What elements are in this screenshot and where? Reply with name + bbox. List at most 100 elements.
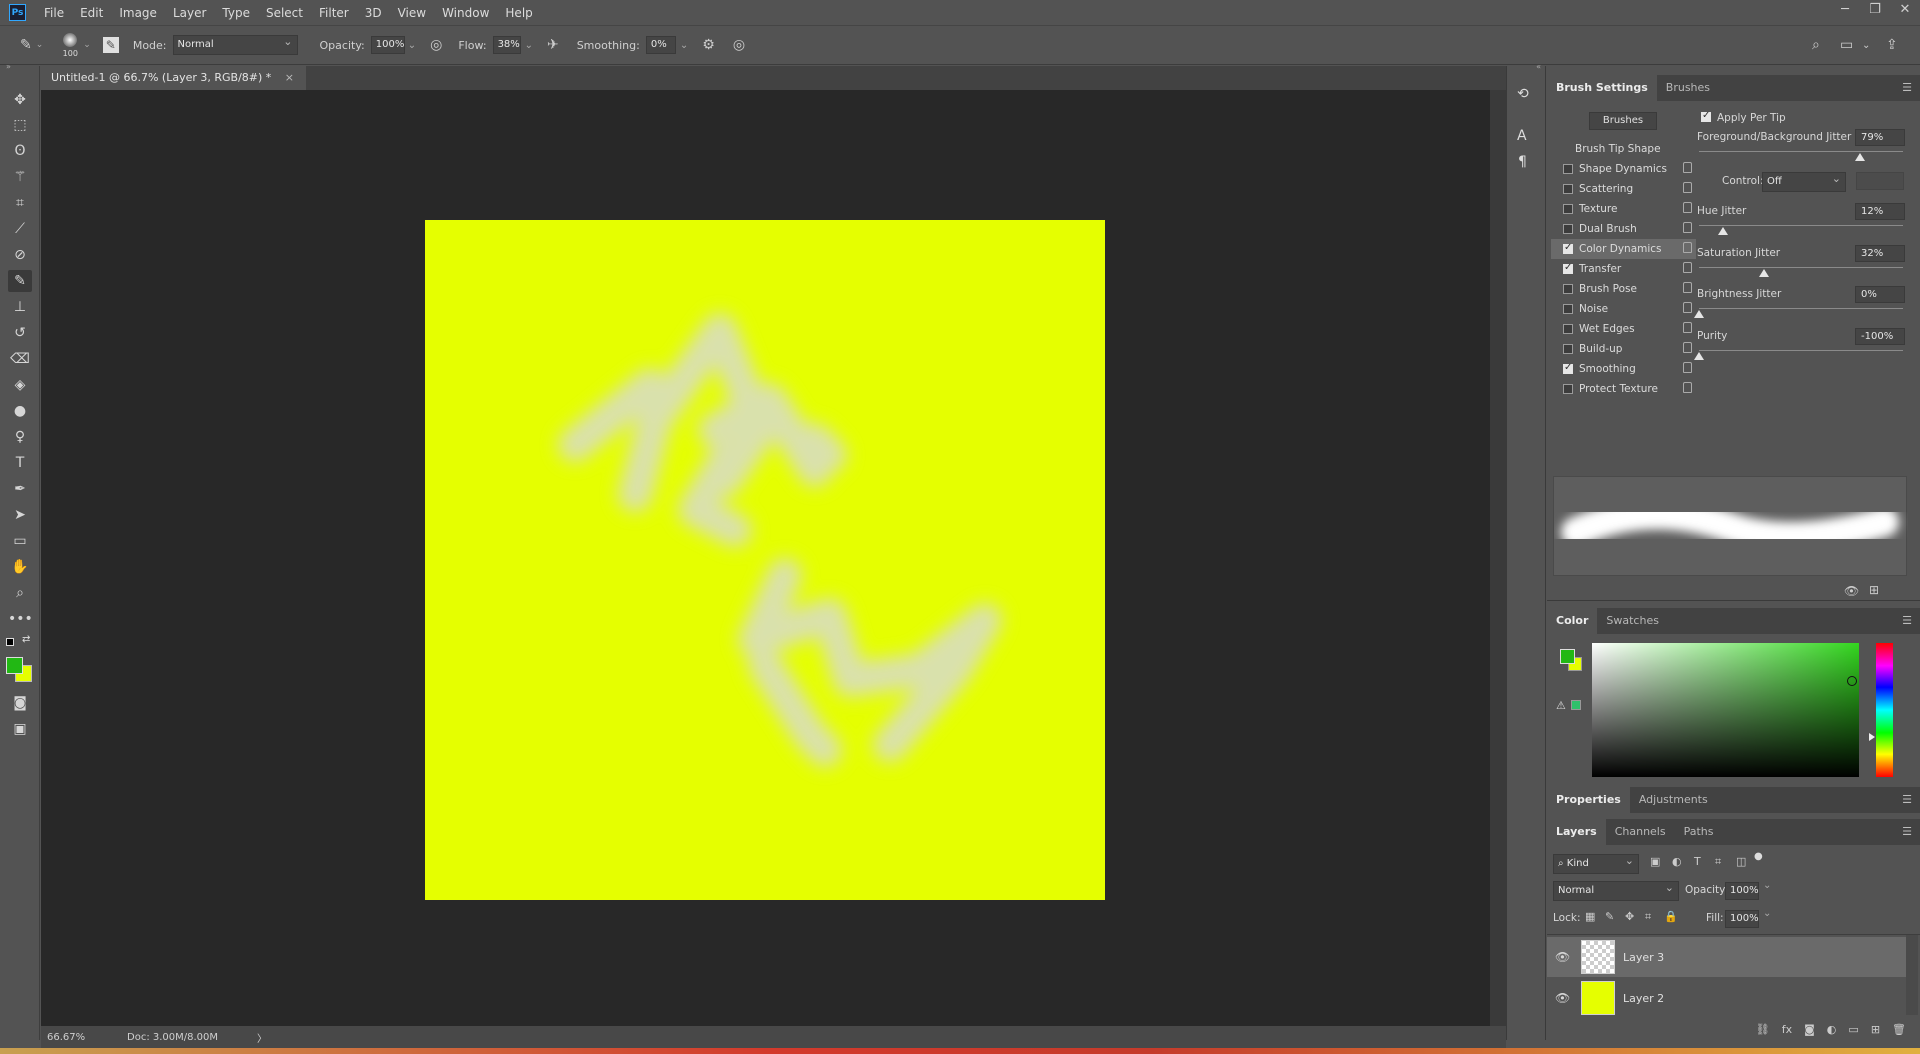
brightness-jitter-thumb[interactable] xyxy=(1694,310,1704,318)
adjustment-layer-icon[interactable]: ◐ xyxy=(1827,1023,1837,1036)
link-layers-icon[interactable]: ⛓ xyxy=(1756,1023,1770,1036)
control-select[interactable]: Off xyxy=(1762,170,1846,192)
brush-option-checkbox[interactable] xyxy=(1563,284,1573,294)
lock-icon[interactable] xyxy=(1683,222,1692,233)
default-colors-icon[interactable] xyxy=(6,638,14,646)
new-layer-icon[interactable]: ⊞ xyxy=(1871,1023,1880,1036)
lasso-tool-icon[interactable]: ʘ xyxy=(8,140,32,162)
purity-input[interactable]: -100% xyxy=(1855,328,1905,345)
panel-menu-icon[interactable]: ☰ xyxy=(1902,825,1912,838)
brush-option-checkbox[interactable] xyxy=(1563,384,1573,394)
visibility-eye-icon[interactable]: 👁 xyxy=(1555,950,1575,964)
status-menu-arrow-icon[interactable]: 〉 xyxy=(257,1030,267,1045)
brush-option-row[interactable]: Color Dynamics xyxy=(1551,239,1696,259)
lock-icon[interactable] xyxy=(1683,382,1692,393)
brush-option-row[interactable]: Dual Brush xyxy=(1551,219,1696,239)
color-picker-cursor[interactable] xyxy=(1847,676,1857,686)
tab-brush-settings[interactable]: Brush Settings xyxy=(1547,75,1657,101)
layer-name[interactable]: Layer 3 xyxy=(1623,951,1664,964)
brush-option-row[interactable]: Transfer xyxy=(1551,259,1696,279)
color-panel-foreground-swatch[interactable] xyxy=(1560,649,1575,664)
lock-icon[interactable] xyxy=(1683,262,1692,273)
fg-bg-jitter-input[interactable]: 79% xyxy=(1855,129,1905,146)
tab-swatches[interactable]: Swatches xyxy=(1597,608,1668,634)
brush-option-checkbox[interactable] xyxy=(1563,242,1573,254)
screen-mode-icon[interactable]: ▣ xyxy=(8,718,32,740)
type-tool-icon[interactable]: T xyxy=(8,452,32,474)
brush-option-checkbox[interactable] xyxy=(1563,204,1573,214)
menu-window[interactable]: Window xyxy=(434,6,497,20)
search-icon[interactable]: ⌕ xyxy=(1812,37,1820,53)
tab-adjustments[interactable]: Adjustments xyxy=(1630,787,1717,813)
panel-menu-icon[interactable]: ☰ xyxy=(1902,793,1912,806)
brush-tool-preset-icon[interactable]: ✎ xyxy=(20,37,32,53)
hue-jitter-track[interactable] xyxy=(1699,225,1903,226)
tab-color[interactable]: Color xyxy=(1547,608,1598,634)
visibility-eye-icon[interactable]: 👁 xyxy=(1555,991,1575,1005)
chevron-down-icon[interactable]: ⌄ xyxy=(1862,40,1870,51)
foreground-color-swatch[interactable] xyxy=(6,657,23,674)
airbrush-icon[interactable]: ✈ xyxy=(547,37,559,53)
dodge-tool-icon[interactable]: ♀ xyxy=(8,426,32,448)
hue-jitter-thumb[interactable] xyxy=(1718,227,1729,235)
lock-icon[interactable] xyxy=(1683,162,1692,173)
lock-icon[interactable] xyxy=(1683,362,1692,373)
document-canvas[interactable] xyxy=(425,220,1105,900)
menu-3d[interactable]: 3D xyxy=(357,6,390,20)
hue-slider[interactable] xyxy=(1876,643,1893,777)
brush-option-row[interactable]: Brush Pose xyxy=(1551,279,1696,299)
hue-jitter-input[interactable]: 12% xyxy=(1855,203,1905,220)
lock-icon[interactable] xyxy=(1683,322,1692,333)
more-tools-icon[interactable]: ••• xyxy=(8,608,33,630)
layers-scrollbar[interactable] xyxy=(1906,935,1918,1015)
chevron-down-icon[interactable]: ⌄ xyxy=(408,40,416,51)
brush-option-checkbox[interactable] xyxy=(1563,324,1573,334)
path-selection-tool-icon[interactable]: ➤ xyxy=(8,504,32,526)
brushes-button[interactable]: Brushes xyxy=(1589,112,1657,130)
character-panel-icon[interactable]: A xyxy=(1517,128,1527,144)
lock-artboard-icon[interactable]: ⌗ xyxy=(1645,910,1651,924)
crop-tool-icon[interactable]: ⌗ xyxy=(8,192,32,214)
brush-option-row[interactable]: Smoothing xyxy=(1551,359,1696,379)
close-button[interactable]: ✕ xyxy=(1890,0,1920,20)
layer-opacity-input[interactable]: 100% xyxy=(1725,882,1759,900)
filter-smart-objects-icon[interactable]: ◫ xyxy=(1736,855,1746,868)
menu-view[interactable]: View xyxy=(390,6,434,20)
zoom-tool-icon[interactable]: ⌕ xyxy=(8,582,32,604)
workspace-icon[interactable]: ▭ xyxy=(1840,37,1853,53)
chevron-down-icon[interactable]: ⌄ xyxy=(1763,880,1771,891)
eyedropper-tool-icon[interactable]: ⟋ xyxy=(8,218,32,240)
hand-tool-icon[interactable]: ✋ xyxy=(8,556,32,578)
new-brush-icon[interactable]: ⊞ xyxy=(1869,583,1879,597)
pen-tool-icon[interactable]: ✒ xyxy=(8,478,32,500)
close-tab-icon[interactable]: × xyxy=(285,71,294,84)
healing-brush-tool-icon[interactable]: ⊘ xyxy=(8,244,32,266)
eraser-tool-icon[interactable]: ⌫ xyxy=(8,348,32,370)
brush-tip-shape[interactable]: Brush Tip Shape xyxy=(1575,143,1661,155)
chevron-down-icon[interactable]: ⌄ xyxy=(36,40,44,50)
marquee-tool-icon[interactable]: ⬚ xyxy=(8,114,32,136)
hue-slider-thumb[interactable] xyxy=(1869,733,1875,741)
restore-button[interactable]: ❐ xyxy=(1860,0,1890,20)
color-picker-field[interactable] xyxy=(1592,643,1859,777)
brush-option-checkbox[interactable] xyxy=(1563,262,1573,274)
menu-help[interactable]: Help xyxy=(497,6,540,20)
filter-shape-layers-icon[interactable]: ⌗ xyxy=(1715,855,1721,869)
add-mask-icon[interactable]: ◙ xyxy=(1804,1023,1815,1036)
tab-paths[interactable]: Paths xyxy=(1675,819,1723,845)
chevron-down-icon[interactable]: ⌄ xyxy=(1763,908,1771,919)
quick-mask-icon[interactable]: ◙ xyxy=(8,692,32,714)
brush-option-row[interactable]: Protect Texture xyxy=(1551,379,1696,399)
blur-tool-icon[interactable]: ● xyxy=(8,400,32,422)
saturation-jitter-thumb[interactable] xyxy=(1759,269,1770,277)
fg-bg-jitter-track[interactable] xyxy=(1699,151,1903,152)
menu-type[interactable]: Type xyxy=(214,6,258,20)
flow-input[interactable]: 38% xyxy=(492,36,521,54)
lock-icon[interactable] xyxy=(1683,342,1692,353)
tab-layers[interactable]: Layers xyxy=(1547,819,1606,845)
brush-panel-toggle-icon[interactable]: ✎ xyxy=(102,37,119,53)
brush-option-checkbox[interactable] xyxy=(1563,362,1573,374)
blend-mode-select[interactable]: Normal xyxy=(1553,879,1679,901)
opacity-input[interactable]: 100% xyxy=(370,36,405,54)
new-group-icon[interactable]: ▭ xyxy=(1848,1023,1858,1036)
